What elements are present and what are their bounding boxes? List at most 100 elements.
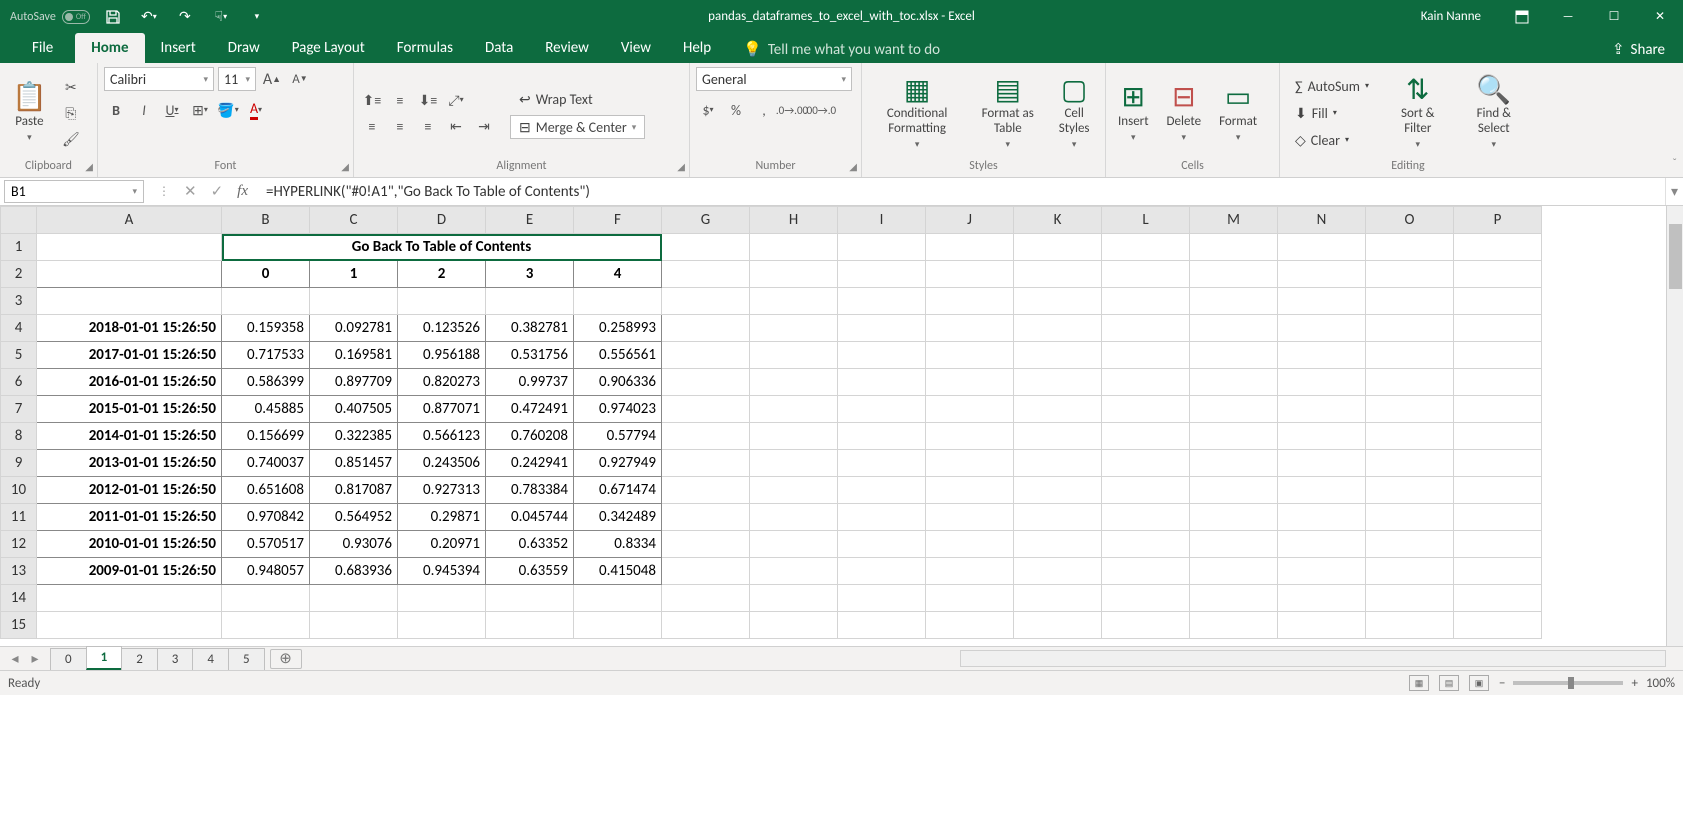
col-header-E[interactable]: E [486, 207, 574, 234]
value-r9c1[interactable]: 0.851457 [310, 450, 398, 477]
value-r6c0[interactable]: 0.586399 [222, 369, 310, 396]
cell-r2c6[interactable] [662, 261, 750, 288]
col-header-O[interactable]: O [1366, 207, 1454, 234]
italic-button[interactable]: I [132, 99, 156, 121]
touch-mode-icon[interactable]: ☟ ▾ [208, 4, 234, 30]
cell-r7c7[interactable] [750, 396, 838, 423]
cell-r7c14[interactable] [1366, 396, 1454, 423]
cell-r3c15[interactable] [1454, 288, 1542, 315]
tab-data[interactable]: Data [469, 33, 529, 63]
cut-icon[interactable]: ✂ [59, 76, 83, 98]
cell-r4c11[interactable] [1102, 315, 1190, 342]
underline-button[interactable]: U ▾ [160, 99, 184, 121]
value-r4c4[interactable]: 0.258993 [574, 315, 662, 342]
cell-r10c12[interactable] [1190, 477, 1278, 504]
format-painter-icon[interactable]: 🖌 [59, 128, 83, 150]
value-r8c2[interactable]: 0.566123 [398, 423, 486, 450]
row-header-10[interactable]: 10 [1, 477, 37, 504]
cell-A1[interactable] [37, 234, 222, 261]
merge-center-button[interactable]: ⊟Merge & Center▾ [510, 115, 645, 139]
data-col-header-1[interactable]: 1 [310, 261, 398, 288]
align-bottom-icon[interactable]: ⬇≡ [416, 89, 440, 111]
value-r6c1[interactable]: 0.897709 [310, 369, 398, 396]
cell-r5c12[interactable] [1190, 342, 1278, 369]
value-r13c4[interactable]: 0.415048 [574, 558, 662, 585]
row-header-12[interactable]: 12 [1, 531, 37, 558]
sheet-nav[interactable]: ◂▸ [0, 650, 50, 667]
timestamp-r4[interactable]: 2018-01-01 15:26:50 [37, 315, 222, 342]
col-header-H[interactable]: H [750, 207, 838, 234]
row-header-8[interactable]: 8 [1, 423, 37, 450]
cell-r12c7[interactable] [750, 531, 838, 558]
cell-r9c11[interactable] [1102, 450, 1190, 477]
cell-r3c5[interactable] [574, 288, 662, 315]
cell-r1c9[interactable] [926, 234, 1014, 261]
col-header-M[interactable]: M [1190, 207, 1278, 234]
cell-r8c12[interactable] [1190, 423, 1278, 450]
cell-r2c10[interactable] [1014, 261, 1102, 288]
value-r5c0[interactable]: 0.717533 [222, 342, 310, 369]
cell-r1c7[interactable] [750, 234, 838, 261]
font-color-icon[interactable]: A▾ [244, 99, 268, 121]
borders-icon[interactable]: ⊞ ▾ [188, 99, 212, 121]
cell-r9c9[interactable] [926, 450, 1014, 477]
cell-r10c13[interactable] [1278, 477, 1366, 504]
value-r5c4[interactable]: 0.556561 [574, 342, 662, 369]
cell-r7c6[interactable] [662, 396, 750, 423]
value-r10c4[interactable]: 0.671474 [574, 477, 662, 504]
insert-cells-button[interactable]: ⊞Insert▾ [1112, 81, 1155, 145]
cell-r9c13[interactable] [1278, 450, 1366, 477]
col-header-B[interactable]: B [222, 207, 310, 234]
cell-r12c8[interactable] [838, 531, 926, 558]
cell-r6c11[interactable] [1102, 369, 1190, 396]
col-header-F[interactable]: F [574, 207, 662, 234]
cell-r7c13[interactable] [1278, 396, 1366, 423]
cell-r3c7[interactable] [750, 288, 838, 315]
cell-r15c7[interactable] [750, 612, 838, 639]
value-r13c0[interactable]: 0.948057 [222, 558, 310, 585]
cell-r11c6[interactable] [662, 504, 750, 531]
data-col-header-0[interactable]: 0 [222, 261, 310, 288]
cell-r9c15[interactable] [1454, 450, 1542, 477]
cell-r7c8[interactable] [838, 396, 926, 423]
cell-r3c10[interactable] [1014, 288, 1102, 315]
cell-r11c9[interactable] [926, 504, 1014, 531]
value-r12c2[interactable]: 0.20971 [398, 531, 486, 558]
cell-r4c8[interactable] [838, 315, 926, 342]
sheet-tab-2[interactable]: 2 [121, 648, 158, 670]
row-header-2[interactable]: 2 [1, 261, 37, 288]
cell-r5c6[interactable] [662, 342, 750, 369]
value-r8c1[interactable]: 0.322385 [310, 423, 398, 450]
cell-r1c13[interactable] [1278, 234, 1366, 261]
value-r4c3[interactable]: 0.382781 [486, 315, 574, 342]
value-r10c2[interactable]: 0.927313 [398, 477, 486, 504]
cell-r10c7[interactable] [750, 477, 838, 504]
cell-r15c13[interactable] [1278, 612, 1366, 639]
cell-r15c3[interactable] [398, 612, 486, 639]
value-r12c0[interactable]: 0.570517 [222, 531, 310, 558]
tab-view[interactable]: View [605, 33, 667, 63]
timestamp-r5[interactable]: 2017-01-01 15:26:50 [37, 342, 222, 369]
cell-r12c9[interactable] [926, 531, 1014, 558]
value-r7c1[interactable]: 0.407505 [310, 396, 398, 423]
increase-indent-icon[interactable]: ⇥ [472, 115, 496, 137]
value-r9c2[interactable]: 0.243506 [398, 450, 486, 477]
save-icon[interactable] [100, 4, 126, 30]
tab-home[interactable]: Home [75, 33, 144, 63]
row-header-13[interactable]: 13 [1, 558, 37, 585]
cell-r11c7[interactable] [750, 504, 838, 531]
cell-r7c11[interactable] [1102, 396, 1190, 423]
cell-r11c11[interactable] [1102, 504, 1190, 531]
cell-r1c14[interactable] [1366, 234, 1454, 261]
cell-r14c5[interactable] [574, 585, 662, 612]
ribbon-display-icon[interactable] [1499, 0, 1545, 33]
expand-formula-icon[interactable]: ▾ [1665, 178, 1683, 205]
cell-r15c10[interactable] [1014, 612, 1102, 639]
decrease-indent-icon[interactable]: ⇤ [444, 115, 468, 137]
value-r9c0[interactable]: 0.740037 [222, 450, 310, 477]
comma-format-icon[interactable]: , [752, 99, 776, 121]
cell-r3c0[interactable] [37, 288, 222, 315]
cell-r1c11[interactable] [1102, 234, 1190, 261]
col-header-A[interactable]: A [37, 207, 222, 234]
value-r11c3[interactable]: 0.045744 [486, 504, 574, 531]
